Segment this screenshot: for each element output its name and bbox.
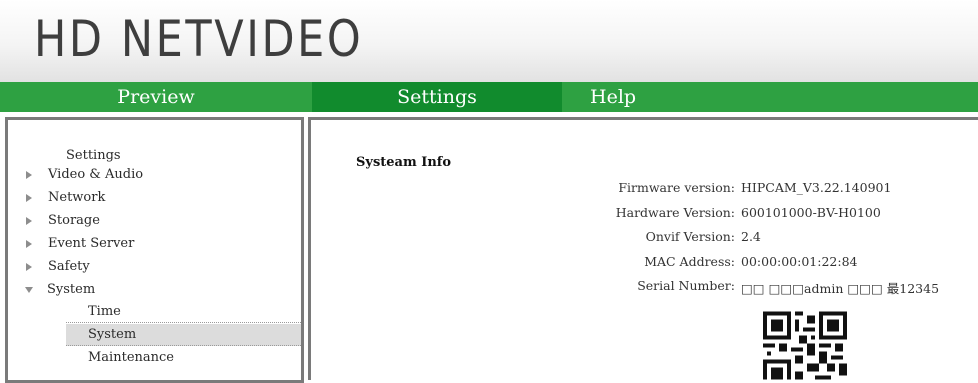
qr-code-icon xyxy=(763,311,847,380)
sidebar-title: Settings xyxy=(66,148,121,163)
hardware-label: Hardware Version: xyxy=(615,205,735,220)
sidebar-item-label: Video & Audio xyxy=(48,167,144,182)
collapse-arrow-icon xyxy=(25,286,33,293)
expand-arrow-icon xyxy=(26,170,32,179)
header-banner: HD NETVIDEO xyxy=(0,0,978,83)
serial-value: □□ □□□admin □□□ 最12345 xyxy=(741,281,940,296)
expand-arrow-icon xyxy=(26,193,32,202)
section-title: Systeam Info xyxy=(356,155,452,170)
tab-preview[interactable]: Preview xyxy=(0,82,312,112)
sidebar-item-system[interactable]: System xyxy=(25,280,96,300)
sidebar-subitem-maintenance[interactable]: Maintenance xyxy=(66,347,301,369)
expand-arrow-icon xyxy=(26,216,32,225)
onvif-value: 2.4 xyxy=(741,229,761,244)
sidebar-item-video-audio[interactable]: Video & Audio xyxy=(26,165,143,185)
sidebar-subitem-system[interactable]: System xyxy=(66,324,301,346)
main-nav: Preview Settings Help xyxy=(0,82,978,112)
firmware-label: Firmware version: xyxy=(618,180,735,195)
sidebar-item-label: Event Server xyxy=(48,236,135,251)
hardware-value: 600101000-BV-H0100 xyxy=(741,205,881,220)
mac-value: 00:00:00:01:22:84 xyxy=(741,254,858,269)
sidebar-item-label: Safety xyxy=(48,259,90,274)
sidebar-subitem-time[interactable]: Time xyxy=(66,301,301,323)
sidebar-item-label: Storage xyxy=(48,213,100,228)
main-content: Systeam Info Firmware version: HIPCAM_V3… xyxy=(308,117,978,380)
sidebar-item-label: System xyxy=(47,282,96,297)
logo: HD NETVIDEO xyxy=(34,10,364,68)
tab-help[interactable]: Help xyxy=(562,82,740,112)
sidebar-item-event-server[interactable]: Event Server xyxy=(26,234,134,254)
sidebar-item-safety[interactable]: Safety xyxy=(26,257,90,277)
sidebar-item-storage[interactable]: Storage xyxy=(26,211,100,231)
onvif-label: Onvif Version: xyxy=(645,229,735,244)
settings-sidebar: Settings Video & Audio Network Storage E… xyxy=(5,117,304,383)
tab-settings[interactable]: Settings xyxy=(312,82,562,112)
serial-label: Serial Number: xyxy=(637,278,735,293)
sidebar-item-network[interactable]: Network xyxy=(26,188,105,208)
expand-arrow-icon xyxy=(26,262,32,271)
expand-arrow-icon xyxy=(26,239,32,248)
mac-label: MAC Address: xyxy=(644,254,735,269)
firmware-value: HIPCAM_V3.22.140901 xyxy=(741,180,892,195)
sidebar-item-label: Network xyxy=(48,190,106,205)
